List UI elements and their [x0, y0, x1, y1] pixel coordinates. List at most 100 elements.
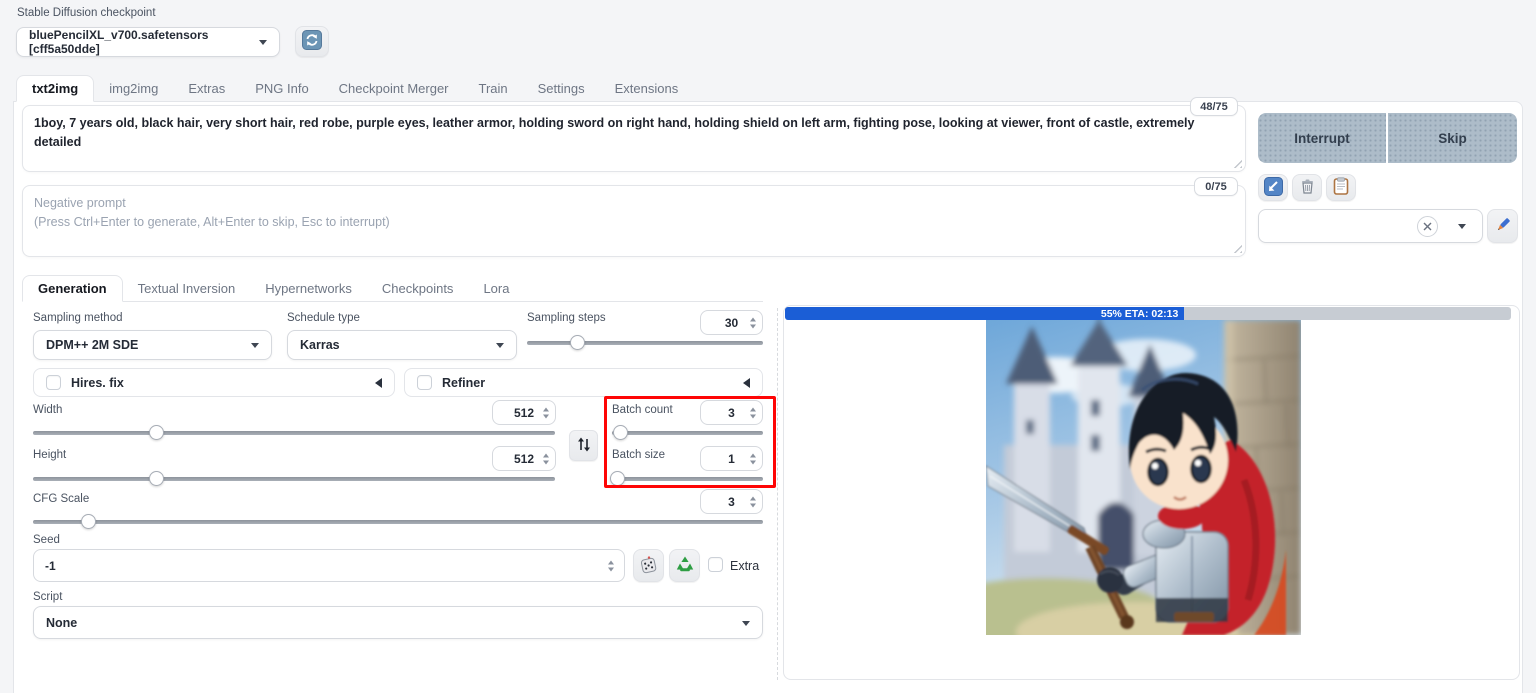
negative-token-counter: 0/75 [1194, 177, 1238, 196]
refresh-checkpoint-button[interactable] [295, 26, 329, 57]
slider-handle[interactable] [613, 425, 628, 440]
clear-styles-icon[interactable] [1417, 216, 1438, 237]
read-generation-params-button[interactable] [1258, 174, 1288, 201]
sampling-steps-slider[interactable] [527, 341, 763, 345]
refiner-checkbox[interactable] [417, 375, 432, 390]
column-divider [777, 308, 778, 680]
chevron-down-icon [1458, 224, 1466, 229]
pencil-icon [1494, 216, 1512, 237]
prompt-input[interactable]: 1boy, 7 years old, black hair, very shor… [23, 106, 1245, 171]
negative-prompt-box [22, 185, 1246, 257]
arrow-down-left-icon [1264, 177, 1283, 199]
number-spinner-icon[interactable] [543, 407, 549, 418]
chevron-down-icon [742, 621, 750, 626]
tab-img2img[interactable]: img2img [94, 75, 173, 102]
height-input[interactable]: 512 [492, 446, 556, 471]
edit-styles-button[interactable] [1487, 209, 1518, 243]
number-spinner-icon[interactable] [608, 560, 614, 571]
prompt-token-counter: 48/75 [1190, 97, 1238, 116]
batch-count-slider[interactable] [612, 431, 763, 435]
skip-button[interactable]: Skip [1388, 113, 1517, 163]
number-spinner-icon[interactable] [750, 407, 756, 418]
cfg-scale-label: CFG Scale [33, 493, 89, 505]
reuse-seed-button[interactable] [669, 549, 700, 582]
tab-checkpoints[interactable]: Checkpoints [367, 275, 469, 302]
negative-prompt-input[interactable] [23, 186, 1245, 256]
extra-seed-checkbox[interactable] [708, 557, 723, 572]
output-panel: 55% ETA: 02:13 [783, 305, 1520, 680]
tab-lora[interactable]: Lora [468, 275, 524, 302]
slider-handle[interactable] [570, 335, 585, 350]
width-label: Width [33, 404, 62, 416]
cfg-scale-slider[interactable] [33, 520, 763, 524]
cfg-scale-input[interactable]: 3 [700, 489, 763, 514]
number-spinner-icon[interactable] [750, 317, 756, 328]
random-seed-button[interactable] [633, 549, 664, 582]
slider-handle[interactable] [149, 425, 164, 440]
script-dropdown[interactable]: None [33, 606, 763, 639]
tab-extras[interactable]: Extras [173, 75, 240, 102]
chevron-down-icon [496, 343, 504, 348]
clear-prompt-button[interactable] [1292, 174, 1322, 201]
tab-hypernetworks[interactable]: Hypernetworks [250, 275, 367, 302]
styles-dropdown[interactable] [1258, 209, 1483, 243]
recycle-icon [676, 556, 694, 576]
tab-settings[interactable]: Settings [523, 75, 600, 102]
checkpoint-dropdown[interactable]: bluePencilXL_v700.safetensors [cff5a50dd… [16, 27, 280, 57]
slider-handle[interactable] [81, 514, 96, 529]
tab-extensions[interactable]: Extensions [600, 75, 694, 102]
progress-text: 55% ETA: 02:13 [1101, 308, 1178, 320]
script-label: Script [33, 591, 62, 603]
number-spinner-icon[interactable] [750, 453, 756, 464]
collapse-left-icon[interactable] [743, 378, 750, 388]
height-label: Height [33, 449, 66, 461]
sampling-steps-input[interactable]: 30 [700, 310, 763, 335]
refiner-section[interactable]: Refiner [404, 368, 763, 397]
batch-size-label: Batch size [612, 449, 665, 461]
apply-styles-button[interactable] [1326, 174, 1356, 201]
number-spinner-icon[interactable] [750, 496, 756, 507]
clipboard-icon [1333, 177, 1349, 198]
height-slider[interactable] [33, 477, 555, 481]
width-input[interactable]: 512 [492, 400, 556, 425]
slider-handle[interactable] [149, 471, 164, 486]
chevron-down-icon [259, 40, 267, 45]
sampling-steps-label: Sampling steps [527, 312, 606, 324]
swap-dimensions-button[interactable] [569, 430, 598, 461]
checkpoint-value: bluePencilXL_v700.safetensors [cff5a50dd… [29, 28, 267, 56]
trash-icon [1299, 178, 1316, 198]
seed-input[interactable]: -1 [33, 549, 625, 582]
slider-handle[interactable] [610, 471, 625, 486]
swap-vertical-icon [577, 437, 591, 455]
tab-train[interactable]: Train [464, 75, 523, 102]
hires-fix-checkbox[interactable] [46, 375, 61, 390]
progress-bar: 55% ETA: 02:13 [785, 307, 1511, 320]
width-slider[interactable] [33, 431, 555, 435]
seed-label: Seed [33, 534, 60, 546]
sampling-method-dropdown[interactable]: DPM++ 2M SDE [33, 330, 272, 360]
prompt-box: 1boy, 7 years old, black hair, very shor… [22, 105, 1246, 172]
tab-generation[interactable]: Generation [22, 275, 123, 302]
refiner-label: Refiner [442, 376, 485, 390]
batch-size-input[interactable]: 1 [700, 446, 763, 471]
collapse-left-icon[interactable] [375, 378, 382, 388]
schedule-type-label: Schedule type [287, 312, 360, 324]
tab-txt2img[interactable]: txt2img [16, 75, 94, 102]
interrupt-button[interactable]: Interrupt [1258, 113, 1387, 163]
tab-png-info[interactable]: PNG Info [240, 75, 323, 102]
checkpoint-label: Stable Diffusion checkpoint [17, 7, 156, 19]
number-spinner-icon[interactable] [543, 453, 549, 464]
hires-fix-section[interactable]: Hires. fix [33, 368, 395, 397]
preview-image[interactable] [986, 320, 1301, 635]
batch-count-input[interactable]: 3 [700, 400, 763, 425]
schedule-type-dropdown[interactable]: Karras [287, 330, 517, 360]
tab-checkpoint-merger[interactable]: Checkpoint Merger [324, 75, 464, 102]
extra-seed-label: Extra [730, 559, 759, 573]
batch-size-slider[interactable] [612, 477, 763, 481]
generation-tab-bar: Generation Textual Inversion Hypernetwor… [22, 275, 524, 302]
batch-count-label: Batch count [612, 404, 673, 416]
tab-textual-inversion[interactable]: Textual Inversion [123, 275, 251, 302]
chevron-down-icon [251, 343, 259, 348]
dice-icon [639, 555, 658, 577]
sampling-method-label: Sampling method [33, 312, 123, 324]
